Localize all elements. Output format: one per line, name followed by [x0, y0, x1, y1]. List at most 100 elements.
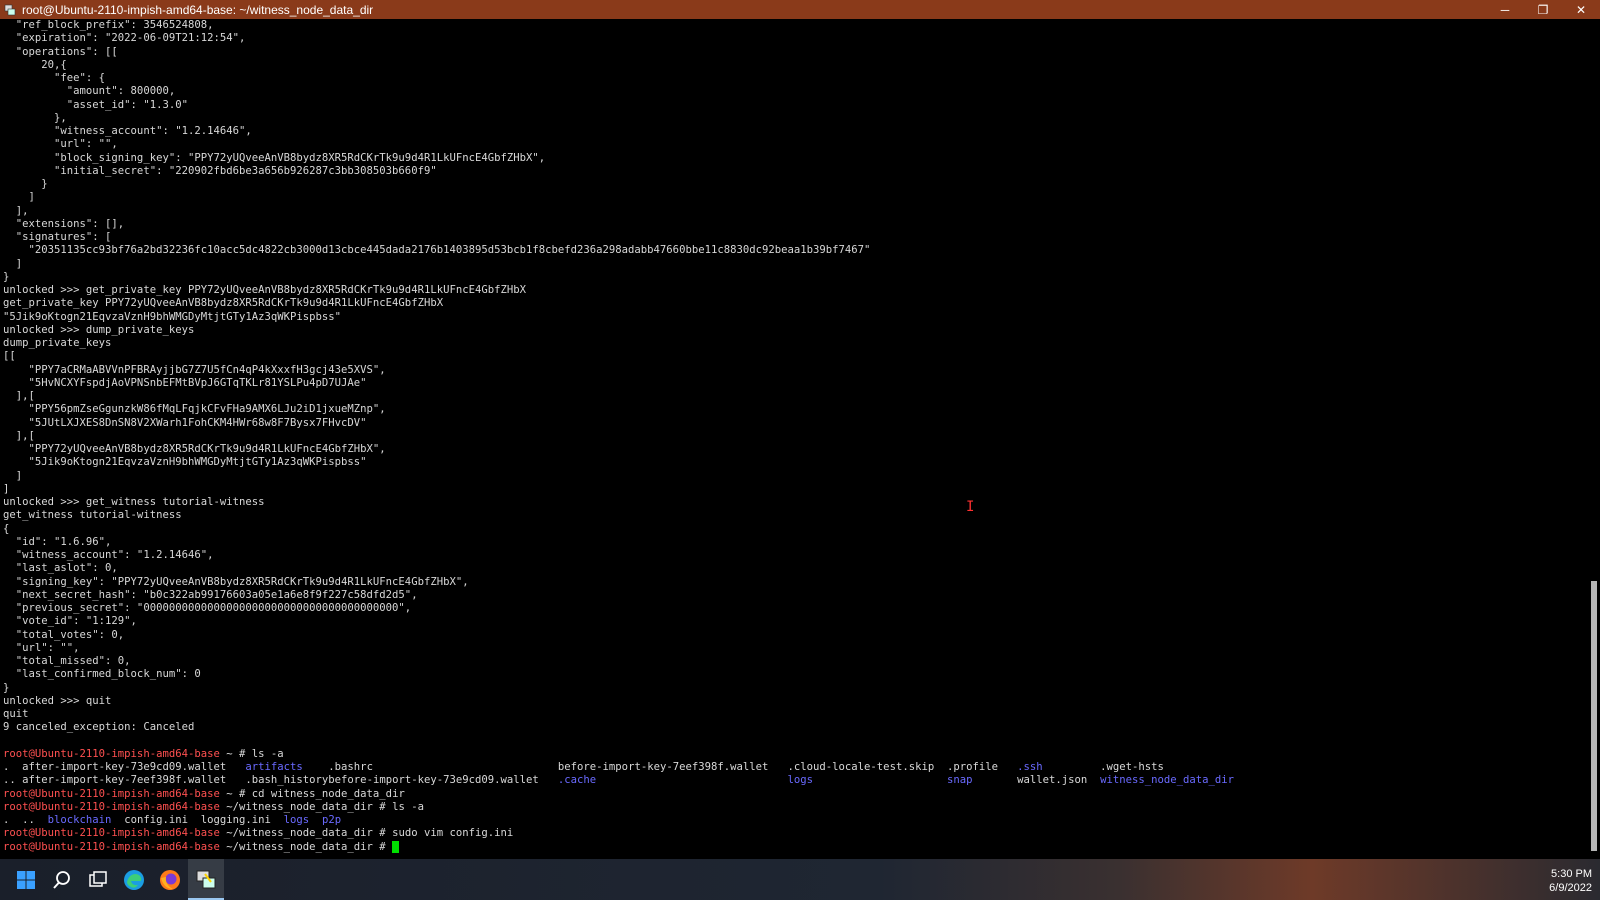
file-entry: logging.ini [200, 814, 284, 826]
minimize-button[interactable]: ─ [1486, 0, 1524, 19]
putty-taskbar-button[interactable] [188, 859, 224, 900]
output-line: unlocked >>> quit [3, 694, 112, 707]
prompt-cwd: ~/witness_node_data_dir # [219, 840, 393, 853]
output-line: "witness_account": "1.2.14646", [3, 549, 214, 561]
typed-command: ls -a [392, 800, 424, 813]
output-line: "initial_secret": "220902fbd6be3a656b926… [3, 164, 437, 177]
close-button[interactable]: ✕ [1562, 0, 1600, 19]
directory-entry: artifacts [245, 761, 329, 773]
output-line: get_witness tutorial-witness [3, 509, 182, 522]
output-line: "5JUtLXJXES8DnSN8V2XWarh1FohCKM4HWr68w8F… [3, 416, 367, 429]
firefox-icon [160, 869, 180, 890]
task-view-button[interactable] [80, 859, 116, 900]
directory-entry: .ssh [1017, 761, 1101, 773]
output-line: "PPY7aCRMaABVVnPFBRAyjjbG7Z7U5fCn4qP4kXx… [3, 363, 386, 376]
output-line: 9 canceled_exception: Canceled [3, 721, 195, 734]
output-line: "extensions": [], [3, 217, 125, 230]
prompt-cwd: ~ # [219, 787, 252, 800]
prompt-cwd: ~/witness_node_data_dir # [219, 800, 393, 813]
clock-time: 5:30 PM [1551, 868, 1592, 880]
file-entry: before-import-key-7eef398f.wallet [557, 761, 788, 773]
output-line: "ref_block_prefix": 3546524808, [3, 19, 214, 31]
typed-command: ls -a [251, 747, 284, 760]
search-button[interactable] [44, 859, 80, 900]
window-title: root@Ubuntu-2110-impish-amd64-base: ~/wi… [22, 2, 374, 17]
file-entry: .bashrc [328, 761, 558, 773]
output-line: "5HvNCXYFspdjAoVPNSnbEFMtBVpJ6GTqTKLr81Y… [3, 376, 367, 389]
output-line: "last_aslot": 0, [3, 562, 118, 575]
output-line: "url": "", [3, 641, 80, 654]
firefox-button[interactable] [152, 859, 188, 900]
ls-output-line: .. after-import-key-7eef398f.wallet .bas… [3, 774, 1234, 787]
system-clock[interactable]: 5:30 PM 6/9/2022 [1549, 867, 1592, 895]
task-view-icon [89, 870, 107, 887]
terminal-lines: "ref_block_prefix": 3546524808, "expirat… [3, 19, 1234, 854]
file-entry: .cloud-locale-test.skip [787, 761, 947, 773]
restore-button[interactable]: ❐ [1524, 0, 1562, 19]
output-line: unlocked >>> dump_private_keys [3, 323, 195, 336]
directory-entry: witness_node_data_dir [1100, 774, 1234, 787]
typed-command: cd witness_node_data_dir [251, 787, 405, 800]
edge-browser-button[interactable] [116, 859, 152, 900]
file-entry: .. [3, 774, 23, 787]
output-line: "previous_secret": "00000000000000000000… [3, 602, 412, 614]
shell-prompt: root@Ubuntu-2110-impish-amd64-base [3, 840, 220, 853]
window-titlebar[interactable]: root@Ubuntu-2110-impish-amd64-base: ~/wi… [0, 0, 1600, 19]
output-line: "block_signing_key": "PPY72yUQveeAnVB8by… [3, 151, 546, 164]
output-line: "url": "", [3, 138, 118, 151]
output-line: "operations": [[ [3, 45, 118, 58]
output-line: dump_private_keys [3, 337, 112, 349]
output-line: "witness_account": "1.2.14646", [3, 125, 252, 137]
taskbar: 5:30 PM 6/9/2022 [0, 859, 1600, 900]
ls-output-line: . after-import-key-73e9cd09.wallet artif… [3, 761, 1234, 774]
output-line: "PPY56pmZseGgunzkW86fMqLFqjkCFvFHa9AMX6L… [3, 403, 386, 416]
output-line: "last_confirmed_block_num": 0 [3, 668, 201, 681]
output-line: "next_secret_hash": "b0c322ab99176603a05… [3, 588, 418, 601]
shell-prompt: root@Ubuntu-2110-impish-amd64-base [3, 800, 220, 813]
output-line: { [3, 522, 10, 535]
output-line: "signing_key": "PPY72yUQveeAnVB8bydz8XR5… [3, 575, 469, 588]
output-line: } [3, 270, 10, 283]
output-line: ] [3, 469, 23, 482]
putty-icon [4, 4, 16, 16]
output-line: "5Jik9oKtogn21EqvzaVznH9bhWMGDyMtjtGTy1A… [3, 456, 367, 469]
file-entry: before-import-key-73e9cd09.wallet [328, 774, 558, 787]
prompt-line: root@Ubuntu-2110-impish-amd64-base ~ # c… [3, 788, 1234, 801]
terminal-scrollbar[interactable] [1588, 19, 1600, 859]
output-line: ],[ [3, 429, 35, 442]
output-line: [[ [3, 350, 16, 363]
output-line: } [3, 681, 10, 694]
output-line: unlocked >>> get_private_key PPY72yUQvee… [3, 284, 526, 296]
output-line: ] [3, 191, 35, 204]
output-line: "amount": 800000, [3, 85, 176, 98]
directory-entry: snap [946, 774, 1018, 787]
output-line: "expiration": "2022-06-09T21:12:54", [3, 32, 246, 45]
prompt-line: root@Ubuntu-2110-impish-amd64-base ~/wit… [3, 840, 1234, 854]
output-line: "fee": { [3, 72, 106, 84]
windows-start-icon [17, 870, 35, 889]
file-entry: .wget-hsts [1100, 761, 1183, 773]
output-line: }, [3, 111, 67, 124]
file-entry: .profile [946, 761, 1018, 773]
file-entry: after-import-key-73e9cd09.wallet [22, 761, 246, 773]
scrollbar-thumb[interactable] [1591, 581, 1597, 851]
windows-start-button[interactable] [8, 859, 44, 900]
prompt-cwd: ~/witness_node_data_dir # [219, 827, 393, 840]
shell-prompt: root@Ubuntu-2110-impish-amd64-base [3, 827, 220, 840]
prompt-cwd: ~ # [219, 747, 252, 760]
file-entry: wallet.json [1017, 774, 1101, 787]
output-line: quit [3, 708, 29, 720]
search-icon [53, 870, 70, 889]
file-entry: .. [22, 814, 48, 826]
output-line: ] [3, 257, 23, 270]
output-line: get_private_key PPY72yUQveeAnVB8bydz8XR5… [3, 297, 444, 310]
text-cursor-icon: I [966, 500, 974, 514]
shell-prompt: root@Ubuntu-2110-impish-amd64-base [3, 747, 220, 760]
output-line: "20351135cc93bf76a2bd32236fc10acc5dc4822… [3, 244, 871, 257]
output-line: 20,{ [3, 58, 67, 71]
terminal-output[interactable]: "ref_block_prefix": 3546524808, "expirat… [0, 19, 1588, 859]
terminal-cursor [392, 840, 400, 853]
output-line: "asset_id": "1.3.0" [3, 98, 188, 111]
file-entry: .bash_history [245, 774, 329, 787]
